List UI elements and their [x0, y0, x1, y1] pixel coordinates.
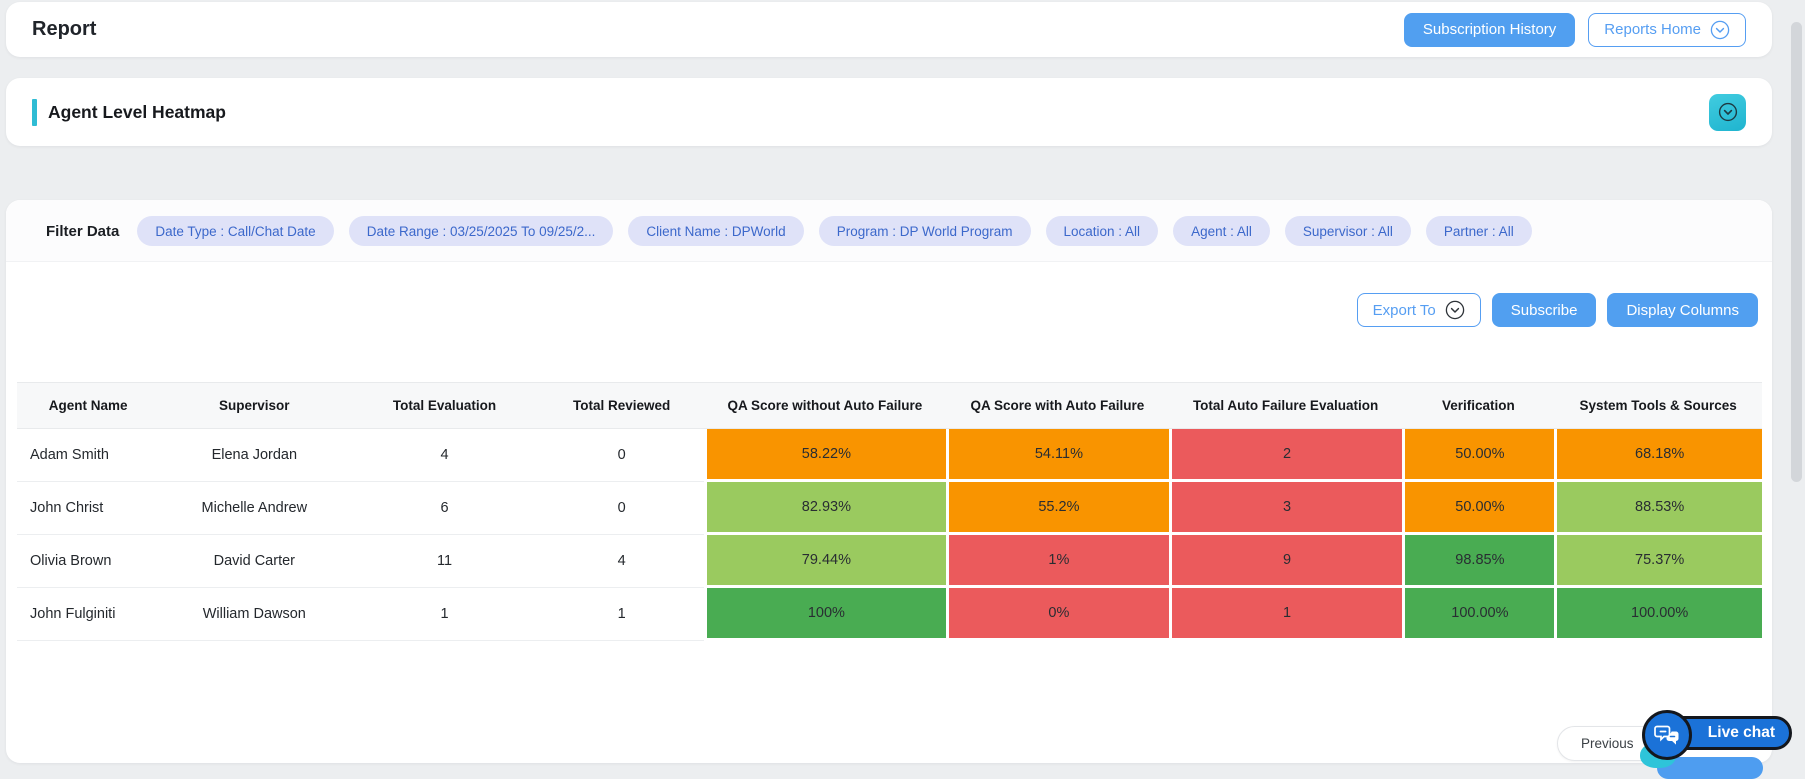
chat-bubbles-icon	[1642, 710, 1692, 760]
heatmap-table: Agent NameSupervisorTotal EvaluationTota…	[17, 382, 1762, 641]
table-cell: 1	[349, 588, 539, 641]
table-cell: 100.00%	[1554, 588, 1762, 641]
table-cell: 2	[1169, 429, 1403, 482]
filter-bar: Filter Data Date Type : Call/Chat Date Da…	[6, 200, 1772, 262]
table-cell: William Dawson	[159, 588, 349, 641]
table-row: John FulginitiWilliam Dawson11100%0%1100…	[17, 588, 1762, 641]
table-cell: 79.44%	[704, 535, 947, 588]
table-cell: 4	[540, 535, 704, 588]
table-cell: David Carter	[159, 535, 349, 588]
table-cell: 1	[540, 588, 704, 641]
section-header: Agent Level Heatmap	[6, 78, 1772, 146]
table-row: John ChristMichelle Andrew6082.93%55.2%3…	[17, 482, 1762, 535]
table-cell: 6	[349, 482, 539, 535]
table-cell: 9	[1169, 535, 1403, 588]
live-chat-label: Live chat	[1708, 724, 1775, 742]
table-cell: 54.11%	[946, 429, 1168, 482]
column-header-3: Total Reviewed	[540, 382, 704, 429]
chevron-down-icon	[1718, 102, 1738, 122]
table-cell: 100%	[704, 588, 947, 641]
export-to-label: Export To	[1373, 302, 1436, 319]
reports-home-button[interactable]: Reports Home	[1588, 13, 1746, 47]
table-cell: 82.93%	[704, 482, 947, 535]
filter-chip-0[interactable]: Date Type : Call/Chat Date	[137, 216, 333, 246]
page-title: Report	[32, 18, 96, 41]
section-collapse-button[interactable]	[1709, 94, 1746, 131]
table-cell: John Christ	[17, 482, 159, 535]
filter-chip-7[interactable]: Partner : All	[1426, 216, 1532, 246]
column-header-1: Supervisor	[159, 382, 349, 429]
filter-label: Filter Data	[46, 223, 119, 240]
table-cell: Adam Smith	[17, 429, 159, 482]
table-row: Olivia BrownDavid Carter11479.44%1%998.8…	[17, 535, 1762, 588]
heatmap-table-container: Agent NameSupervisorTotal EvaluationTota…	[17, 382, 1762, 641]
column-header-5: QA Score with Auto Failure	[946, 382, 1168, 429]
table-cell: 4	[349, 429, 539, 482]
table-cell: 3	[1169, 482, 1403, 535]
live-chat-widget[interactable]: Live chat	[1640, 710, 1805, 766]
table-cell: Elena Jordan	[159, 429, 349, 482]
chevron-down-icon	[1710, 20, 1730, 40]
table-cell: 0	[540, 429, 704, 482]
column-header-2: Total Evaluation	[349, 382, 539, 429]
table-cell: 88.53%	[1554, 482, 1762, 535]
top-actions: Subscription History Reports Home	[1404, 13, 1746, 47]
table-row: Adam SmithElena Jordan4058.22%54.11%250.…	[17, 429, 1762, 482]
top-bar: Report Subscription History Reports Home	[6, 2, 1772, 57]
reports-home-label: Reports Home	[1604, 21, 1701, 38]
table-cell: 1	[1169, 588, 1403, 641]
section-title: Agent Level Heatmap	[48, 102, 226, 123]
table-cell: 0	[540, 482, 704, 535]
table-cell: John Fulginiti	[17, 588, 159, 641]
subscription-history-button[interactable]: Subscription History	[1404, 13, 1575, 47]
table-cell: 50.00%	[1402, 482, 1554, 535]
table-cell: 1%	[946, 535, 1168, 588]
subscribe-button[interactable]: Subscribe	[1492, 293, 1597, 327]
filter-chip-1[interactable]: Date Range : 03/25/2025 To 09/25/2...	[349, 216, 614, 246]
column-header-0: Agent Name	[17, 382, 159, 429]
column-header-8: System Tools & Sources	[1554, 382, 1762, 429]
column-header-4: QA Score without Auto Failure	[704, 382, 947, 429]
table-cell: 100.00%	[1402, 588, 1554, 641]
filter-chip-6[interactable]: Supervisor : All	[1285, 216, 1411, 246]
column-header-6: Total Auto Failure Evaluation	[1169, 382, 1403, 429]
table-cell: 58.22%	[704, 429, 947, 482]
table-cell: 50.00%	[1402, 429, 1554, 482]
chevron-down-icon	[1445, 300, 1465, 320]
table-toolbar: Export To Subscribe Display Columns	[6, 262, 1772, 327]
column-header-7: Verification	[1402, 382, 1554, 429]
filter-chip-3[interactable]: Program : DP World Program	[819, 216, 1031, 246]
table-header-row: Agent NameSupervisorTotal EvaluationTota…	[17, 382, 1762, 429]
table-cell: 68.18%	[1554, 429, 1762, 482]
table-cell: Olivia Brown	[17, 535, 159, 588]
table-cell: 75.37%	[1554, 535, 1762, 588]
filter-chip-2[interactable]: Client Name : DPWorld	[628, 216, 803, 246]
table-cell: 98.85%	[1402, 535, 1554, 588]
display-columns-button[interactable]: Display Columns	[1607, 293, 1758, 327]
table-cell: 0%	[946, 588, 1168, 641]
report-panel: Filter Data Date Type : Call/Chat Date Da…	[6, 200, 1772, 763]
table-cell: Michelle Andrew	[159, 482, 349, 535]
filter-chip-4[interactable]: Location : All	[1046, 216, 1159, 246]
filter-chip-5[interactable]: Agent : All	[1173, 216, 1270, 246]
section-accent-bar	[32, 99, 37, 126]
export-to-button[interactable]: Export To	[1357, 293, 1481, 327]
table-cell: 55.2%	[946, 482, 1168, 535]
page-scrollbar[interactable]	[1791, 22, 1802, 482]
table-cell: 11	[349, 535, 539, 588]
